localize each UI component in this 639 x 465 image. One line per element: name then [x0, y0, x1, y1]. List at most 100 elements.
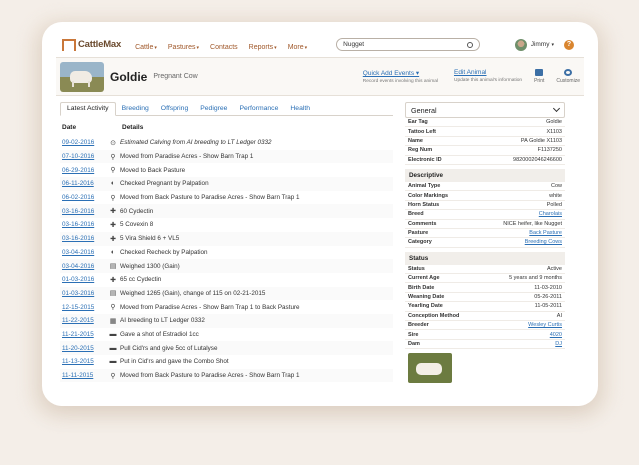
print-button[interactable]: Print — [534, 69, 544, 84]
info-label: Breeder — [408, 322, 429, 329]
activity-date-link[interactable]: 11-21-2015 — [60, 331, 106, 338]
info-value-link[interactable]: Back Pasture — [529, 230, 562, 236]
help-icon[interactable]: ? — [564, 39, 574, 50]
activity-date-link[interactable]: 01-03-2016 — [60, 290, 106, 297]
activity-row: 11-21-2015 ▬ Gave a shot of Estradiol 1cc — [60, 328, 393, 342]
activity-row: 03-16-2016 ✚ 5 Vira Shield 6 + VL5 — [60, 231, 393, 246]
panel-dropdown[interactable]: General — [405, 102, 565, 118]
activity-date-link[interactable]: 03-16-2016 — [60, 208, 106, 215]
activity-date-link[interactable]: 06-29-2016 — [60, 167, 106, 174]
animal-photo[interactable] — [408, 353, 452, 384]
info-row-pasture: Pasture Back Pasture — [405, 229, 565, 239]
tab-offspring[interactable]: Offspring — [155, 105, 194, 115]
edit-animal-link[interactable]: Edit Animal — [454, 69, 522, 76]
activity-date-link[interactable]: 03-16-2016 — [60, 221, 106, 228]
activity-date-link[interactable]: 06-02-2016 — [60, 194, 106, 201]
tab-pedigree[interactable]: Pedigree — [194, 105, 233, 115]
user-menu[interactable]: Jimmy ▾ ? — [514, 38, 578, 51]
activity-detail: Moved from Paradise Acres - Show Barn Tr… — [120, 303, 300, 311]
activity-date-link[interactable]: 11-20-2015 — [60, 345, 106, 352]
info-value: 5 years and 9 months — [509, 275, 562, 282]
info-label: Status — [408, 265, 425, 272]
info-value: Active — [547, 265, 562, 272]
quick-add-events[interactable]: Quick Add Events ▾ Record events involvi… — [363, 69, 438, 84]
scale-icon: ▤ — [109, 263, 117, 271]
activity-date-link[interactable]: 03-16-2016 — [60, 235, 106, 242]
activity-date-link[interactable]: 06-11-2016 — [60, 180, 106, 187]
tab-breeding[interactable]: Breeding — [116, 105, 155, 115]
activity-date-link[interactable]: 07-10-2016 — [60, 153, 106, 160]
nav-item-label: Cattle — [135, 43, 154, 51]
info-value-link[interactable]: Breeding Cows — [525, 239, 562, 245]
column-date: Date — [62, 124, 77, 131]
activity-date-link[interactable]: 12-15-2015 — [60, 304, 106, 311]
activity-date-link[interactable]: 11-22-2015 — [60, 317, 106, 324]
info-value: 9820002046246600 — [513, 156, 562, 163]
logo[interactable]: CattleMax — [62, 38, 121, 51]
print-label: Print — [534, 78, 545, 84]
activity-detail: 5 Covexin 8 — [120, 221, 154, 229]
pregnancy-check-icon: ◐ — [110, 180, 116, 188]
nav-item-cattle[interactable]: Cattle▾ — [135, 44, 157, 51]
animal-name: Goldie — [110, 69, 148, 84]
info-label: Reg Num — [408, 147, 433, 154]
activity-detail: Weighed 1300 (Gain) — [120, 262, 180, 270]
customize-button[interactable]: Customize — [556, 69, 580, 84]
nav-item-pastures[interactable]: Pastures▾ — [168, 44, 199, 51]
info-label: Current Age — [408, 275, 440, 282]
activity-detail: Weighed 1265 (Gain), change of 115 on 02… — [120, 289, 266, 297]
edit-animal[interactable]: Edit Animal Update this animal's informa… — [454, 69, 522, 83]
animal-thumbnail[interactable] — [60, 61, 104, 92]
nav-item-reports[interactable]: Reports▾ — [249, 44, 277, 51]
info-value-link[interactable]: 4020 — [550, 332, 562, 338]
nav-item-contacts[interactable]: Contacts — [210, 44, 238, 51]
main-nav: Cattle▾ Pastures▾ Contacts Reports▾ More▾ — [135, 36, 318, 54]
activity-date-link[interactable]: 01-03-2016 — [60, 276, 106, 283]
note-icon: ▬ — [109, 358, 117, 366]
search-input[interactable]: Nugget — [336, 38, 481, 51]
info-value: white — [549, 192, 562, 199]
activity-date-link[interactable]: 11-11-2015 — [60, 372, 106, 379]
info-row-animal-type: Animal Type Cow — [405, 182, 565, 192]
nav-item-more[interactable]: More▾ — [288, 44, 307, 51]
note-icon: ▬ — [109, 344, 117, 352]
activity-date-link[interactable]: 09-02-2016 — [60, 139, 106, 146]
cow-photo-body — [416, 363, 442, 376]
activity-row: 11-13-2015 ▬ Put in Cid'rs and gave the Co… — [60, 355, 393, 369]
info-value-link[interactable]: Wesley Curtis — [528, 322, 562, 328]
quick-add-events-link[interactable]: Quick Add Events ▾ — [363, 69, 438, 77]
info-label: Sire — [408, 331, 419, 338]
info-row-status: Status Active — [405, 265, 565, 275]
info-label: Birth Date — [408, 284, 435, 291]
tab-performance[interactable]: Performance — [233, 105, 284, 115]
activity-detail: Moved from Back Pasture to Paradise Acre… — [120, 194, 300, 202]
info-value-link[interactable]: DJ — [555, 341, 562, 347]
descriptive-title: Descriptive — [405, 168, 565, 182]
info-row-current-age: Current Age 5 years and 9 months — [405, 274, 565, 284]
info-value: F1137250 — [537, 147, 562, 154]
info-label: Weaning Date — [408, 294, 445, 301]
info-panel: General Ear Tag Goldie Tattoo Left X1103 Nam… — [405, 102, 565, 384]
info-row-breed: Breed Charolais — [405, 210, 565, 220]
info-row-horn-status: Horn Status Polled — [405, 201, 565, 211]
chevron-down-icon: ▾ — [154, 44, 157, 51]
status-section: Status Active Current Age 5 years and 9 mon… — [405, 265, 565, 350]
info-row-yearling-date: Yearling Date 11-05-2011 — [405, 302, 565, 312]
info-row-weaning-date: Weaning Date 05-26-2011 — [405, 293, 565, 303]
activity-date-link[interactable]: 11-13-2015 — [60, 358, 106, 365]
nav-item-label: Reports — [248, 43, 274, 51]
note-icon: ▬ — [109, 330, 117, 338]
chevron-down-icon: ▾ — [304, 44, 308, 51]
activity-detail: Checked Pregnant by Palpation — [120, 180, 209, 188]
info-value-link[interactable]: Charolais — [539, 211, 562, 217]
activity-row: 03-04-2016 ◐ Checked Recheck by Palpation — [60, 246, 393, 260]
activity-date-link[interactable]: 03-04-2016 — [60, 263, 106, 270]
nav-item-label: Pastures — [167, 43, 196, 51]
search-icon[interactable] — [467, 41, 474, 48]
tab-latest-activity[interactable]: Latest Activity — [60, 102, 116, 116]
activity-row: 07-10-2016 ⚲ Moved from Paradise Acres - S… — [60, 149, 393, 164]
activity-date-link[interactable]: 03-04-2016 — [60, 249, 106, 256]
activity-row: 12-15-2015 ⚲ Moved from Paradise Acres - S… — [60, 300, 393, 314]
tab-health[interactable]: Health — [284, 105, 316, 115]
info-value: 11-05-2011 — [534, 303, 562, 310]
